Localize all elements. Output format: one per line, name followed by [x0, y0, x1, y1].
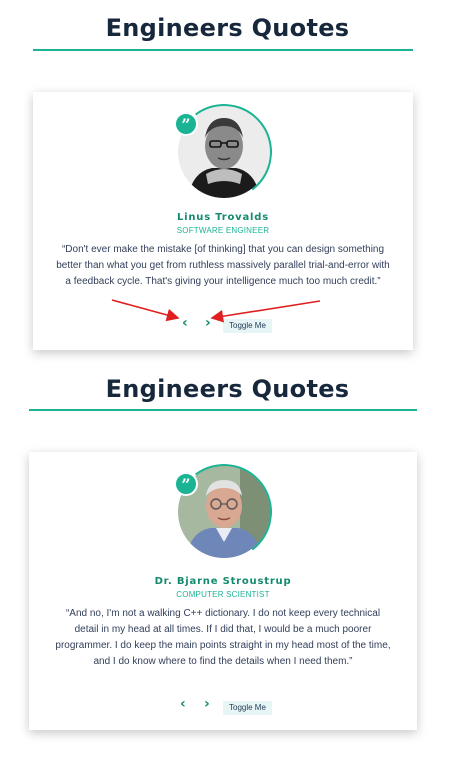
- quote-mark-icon: ”: [174, 472, 198, 496]
- author-name-2: Dr. Bjarne Stroustrup: [154, 576, 292, 587]
- quote-mark-icon: ”: [174, 112, 198, 136]
- quote-text-2: “And no, I'm not a walking C++ dictionar…: [55, 608, 391, 667]
- avatar-2: ”: [169, 457, 279, 567]
- quote-text-1: “Don't ever make the mistake [of thinkin…: [56, 244, 390, 287]
- title-underline-1: [33, 49, 413, 51]
- next-button-1[interactable]: ›: [205, 316, 211, 330]
- page-title-1: Engineers Quotes: [105, 14, 350, 42]
- author-name-1: Linus Trovalds: [176, 212, 269, 223]
- quote-card-2: ” Dr. Bjarne Stroustrup COMPUTER SCIENTI…: [29, 452, 417, 730]
- author-role-2: COMPUTER SCIENTIST: [176, 590, 270, 599]
- quote-card-1: ” Linus Trovalds SOFTWARE ENGINEER “Don'…: [33, 92, 413, 350]
- toggle-button-1[interactable]: Toggle Me: [223, 319, 272, 333]
- prev-button-1[interactable]: ‹: [182, 316, 188, 330]
- avatar-1: ”: [169, 97, 279, 207]
- toggle-button-2[interactable]: Toggle Me: [223, 701, 272, 715]
- page-title-2: Engineers Quotes: [105, 375, 350, 403]
- title-underline-2: [29, 409, 417, 411]
- next-button-2[interactable]: ›: [204, 697, 210, 711]
- author-role-1: SOFTWARE ENGINEER: [176, 226, 270, 235]
- prev-button-2[interactable]: ‹: [180, 697, 186, 711]
